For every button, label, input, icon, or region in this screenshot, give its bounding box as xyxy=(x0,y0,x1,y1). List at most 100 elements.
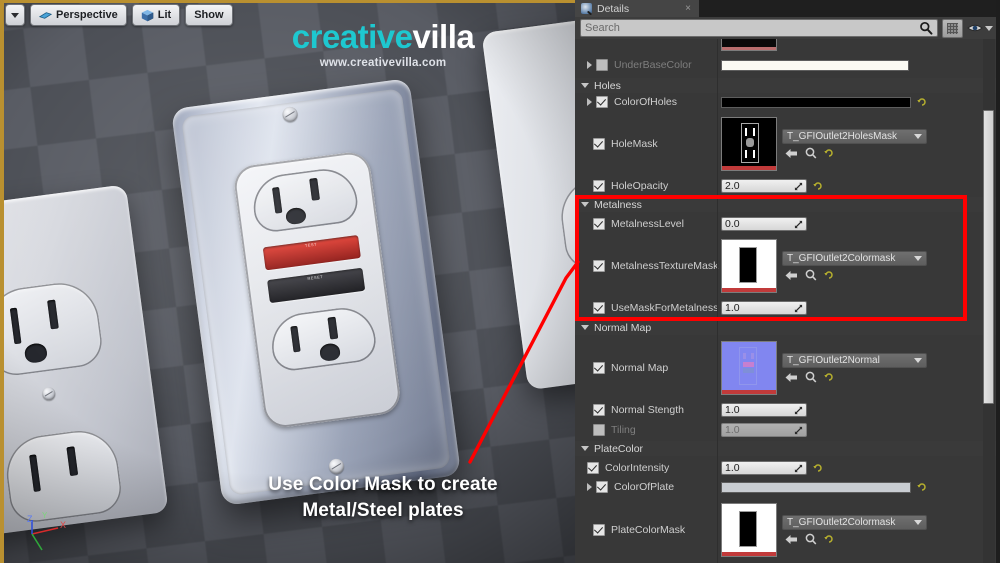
color-swatch-ColorOfPlate[interactable] xyxy=(721,481,911,493)
level-viewport[interactable]: TEST RESET creativevilla www.creativevil… xyxy=(0,0,575,563)
checkbox-NormalStength[interactable] xyxy=(593,404,605,416)
row-expander-icon[interactable] xyxy=(587,483,592,491)
checkbox-HoleMask[interactable] xyxy=(593,138,605,150)
property-row-MetalnessLevel[interactable]: MetalnessLevel 0.0 xyxy=(575,216,1000,232)
drag-spinner-icon[interactable] xyxy=(794,406,803,415)
category-expander-icon[interactable] xyxy=(581,83,589,88)
asset-action-buttons[interactable] xyxy=(782,371,927,384)
reset-arrow-icon[interactable] xyxy=(813,181,823,191)
checkbox-HoleOpacity[interactable] xyxy=(593,180,605,192)
search-input[interactable]: Search xyxy=(580,19,938,37)
category-holes[interactable]: Holes xyxy=(575,78,1000,93)
viewport-options-button[interactable] xyxy=(5,4,25,26)
viewport-perspective-button[interactable]: Perspective xyxy=(30,4,127,26)
asset-picker-HoleMask[interactable]: T_GFIOutlet2HolesMask xyxy=(782,128,927,144)
asset-picker-NormalMap[interactable]: T_GFIOutlet2Normal xyxy=(782,352,927,368)
magnifier-icon[interactable] xyxy=(805,269,817,281)
reset-arrow-icon[interactable] xyxy=(917,482,927,492)
checkbox-UnderBaseColor[interactable] xyxy=(596,59,608,71)
checkbox-Tiling[interactable] xyxy=(593,424,605,436)
scrollbar-thumb[interactable] xyxy=(983,110,994,404)
category-normalmap[interactable]: Normal Map xyxy=(575,320,1000,335)
checkbox-MetalnessTextureMask[interactable] xyxy=(593,260,605,272)
property-list[interactable]: UnderBaseColor Holes ColorOfHoles HoleMask T… xyxy=(575,39,1000,563)
number-input-HoleOpacity[interactable]: 2.0 xyxy=(721,179,807,193)
arrow-left-icon[interactable] xyxy=(785,148,798,159)
reset-arrow-icon[interactable] xyxy=(917,97,927,107)
arrow-left-icon[interactable] xyxy=(785,534,798,545)
property-row-HoleMask[interactable]: HoleMask T_GFIOutlet2HolesMask xyxy=(575,117,1000,171)
asset-picker-PlateColorMask[interactable]: T_GFIOutlet2Colormask xyxy=(782,514,927,530)
property-row-ColorOfPlate[interactable]: ColorOfPlate xyxy=(575,479,1000,495)
viewport-toolbar[interactable]: Perspective Lit Show xyxy=(5,4,233,26)
reset-arrow-icon[interactable] xyxy=(824,372,834,382)
asset-action-buttons[interactable] xyxy=(782,533,927,546)
reset-arrow-icon[interactable] xyxy=(824,270,834,280)
viewport-show-button[interactable]: Show xyxy=(185,4,233,26)
column-divider[interactable] xyxy=(717,39,718,563)
category-expander-icon[interactable] xyxy=(581,202,589,207)
drag-spinner-icon[interactable] xyxy=(794,304,803,313)
number-input-NormalStength[interactable]: 1.0 xyxy=(721,403,807,417)
color-swatch-UnderBaseColor[interactable] xyxy=(721,59,909,71)
checkbox-NormalMap[interactable] xyxy=(593,362,605,374)
checkbox-PlateColorMask[interactable] xyxy=(593,524,605,536)
category-expander-icon[interactable] xyxy=(581,325,589,330)
asset-action-buttons[interactable] xyxy=(782,147,927,160)
chevron-down-icon[interactable] xyxy=(914,519,922,525)
drag-spinner-icon[interactable] xyxy=(794,464,803,473)
asset-action-buttons[interactable] xyxy=(782,269,927,282)
details-search-row[interactable]: Search xyxy=(575,17,1000,40)
reset-arrow-icon[interactable] xyxy=(824,148,834,158)
holes-mask-thumbnail[interactable] xyxy=(721,117,777,171)
normal-map-thumbnail[interactable] xyxy=(721,341,777,395)
arrow-left-icon[interactable] xyxy=(785,270,798,281)
number-input-MetalnessLevel[interactable]: 0.0 xyxy=(721,217,807,231)
property-row-ColorOfHoles[interactable]: ColorOfHoles xyxy=(575,94,1000,110)
view-options-button[interactable] xyxy=(967,22,995,34)
color-mask-thumbnail[interactable] xyxy=(721,239,777,293)
chevron-down-icon[interactable] xyxy=(914,357,922,363)
close-icon[interactable]: × xyxy=(685,3,691,14)
checkbox-ColorOfHoles[interactable] xyxy=(596,96,608,108)
checkbox-MetalnessLevel[interactable] xyxy=(593,218,605,230)
drag-spinner-icon[interactable] xyxy=(794,426,803,435)
number-input-ColorIntensity[interactable]: 1.0 xyxy=(721,461,807,475)
chevron-down-icon[interactable] xyxy=(914,255,922,261)
checkbox-ColorIntensity[interactable] xyxy=(587,462,599,474)
property-row-MetalnessTextureMask[interactable]: MetalnessTextureMask T_GFIOutlet2Colormas… xyxy=(575,239,1000,293)
arrow-left-icon[interactable] xyxy=(785,372,798,383)
property-row-ColorIntensity[interactable]: ColorIntensity 1.0 xyxy=(575,460,1000,476)
category-metalness[interactable]: Metalness xyxy=(575,197,1000,212)
row-expander-icon[interactable] xyxy=(587,61,592,69)
checkbox-ColorOfPlate[interactable] xyxy=(596,481,608,493)
color-swatch-ColorOfHoles[interactable] xyxy=(721,96,911,108)
viewport-lit-button[interactable]: Lit xyxy=(131,4,181,26)
property-row-NormalMap[interactable]: Normal Map T_GFIOutlet2Normal xyxy=(575,341,1000,395)
category-platecolor[interactable]: PlateColor xyxy=(575,441,1000,456)
reset-arrow-icon[interactable] xyxy=(824,534,834,544)
property-row-Tiling[interactable]: Tiling 1.0 xyxy=(575,422,1000,438)
drag-spinner-icon[interactable] xyxy=(794,220,803,229)
row-expander-icon[interactable] xyxy=(587,98,592,106)
number-input-Tiling[interactable]: 1.0 xyxy=(721,423,807,437)
property-row-NormalStength[interactable]: Normal Stength 1.0 xyxy=(575,402,1000,418)
category-expander-icon[interactable] xyxy=(581,446,589,451)
chevron-down-icon[interactable] xyxy=(914,133,922,139)
magnifier-icon[interactable] xyxy=(805,147,817,159)
property-row-HoleOpacity[interactable]: HoleOpacity 2.0 xyxy=(575,178,1000,194)
number-input-UseMaskForMetalness[interactable]: 1.0 xyxy=(721,301,807,315)
asset-picker-MetalnessTextureMask[interactable]: T_GFIOutlet2Colormask xyxy=(782,250,927,266)
color-mask-thumbnail[interactable] xyxy=(721,503,777,557)
property-row-PlateColorMask[interactable]: PlateColorMask T_GFIOutlet2Colormask xyxy=(575,503,1000,557)
property-row-UseMaskForMetalness[interactable]: UseMaskForMetalness 1.0 xyxy=(575,300,1000,316)
property-row-UnderBaseColor[interactable]: UnderBaseColor xyxy=(575,57,1000,73)
checkbox-UseMaskForMetalness[interactable] xyxy=(593,302,605,314)
details-tabbar[interactable]: Details × xyxy=(575,0,1000,17)
drag-spinner-icon[interactable] xyxy=(794,182,803,191)
magnifier-icon[interactable] xyxy=(805,533,817,545)
details-panel[interactable]: Details × Search UnderBaseColor Holes Co… xyxy=(575,0,1000,563)
magnifier-icon[interactable] xyxy=(805,371,817,383)
grid-view-button[interactable] xyxy=(942,18,963,38)
reset-arrow-icon[interactable] xyxy=(813,463,823,473)
